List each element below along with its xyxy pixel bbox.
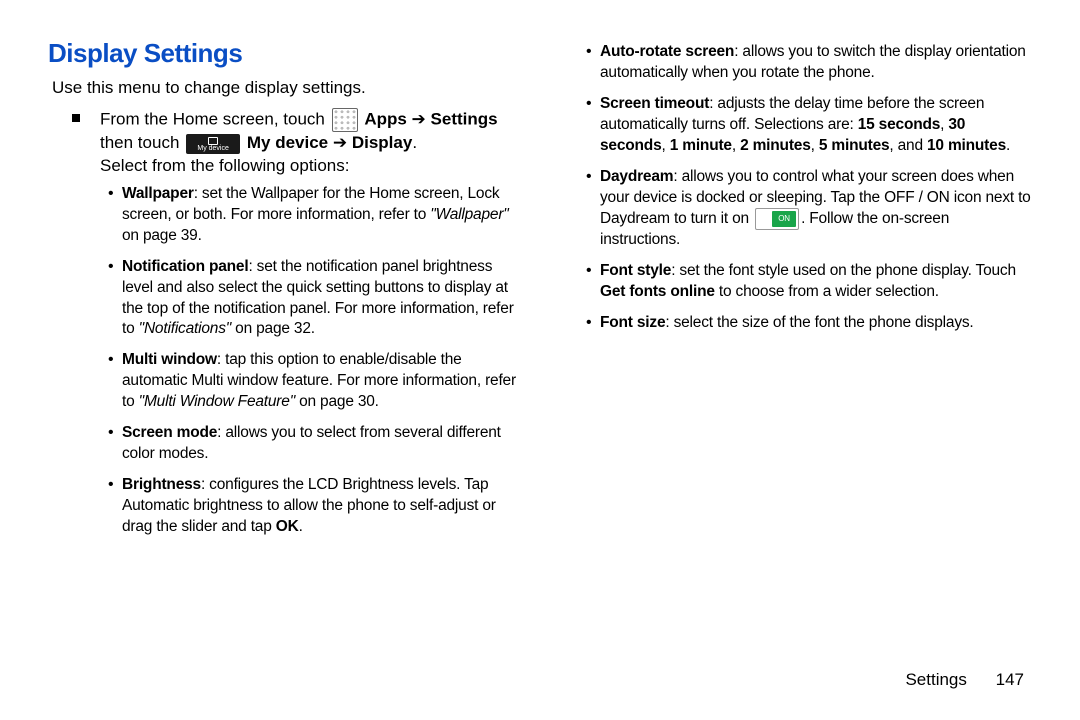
cross-reference: "Wallpaper": [430, 206, 508, 223]
list-item: Multi window: tap this option to enable/…: [108, 350, 518, 413]
nav-text-2: then touch: [100, 133, 184, 152]
option-term: Screen timeout: [600, 95, 709, 112]
page-footer: Settings 147: [905, 669, 1024, 692]
list-item: Wallpaper: set the Wallpaper for the Hom…: [108, 184, 518, 247]
right-options-list: Auto-rotate screen: allows you to switch…: [562, 42, 1032, 334]
apps-label: Apps: [364, 110, 407, 129]
page-number: 147: [996, 670, 1024, 689]
option-term: Auto-rotate screen: [600, 43, 734, 60]
list-item: Font style: set the font style used on t…: [586, 261, 1032, 303]
arrow-icon: ➔: [407, 110, 431, 129]
ok-label: OK: [276, 518, 299, 535]
option-term: Brightness: [122, 476, 201, 493]
intro-text: Use this menu to change display settings…: [52, 77, 518, 100]
footer-section: Settings: [905, 670, 966, 689]
manual-page: Display Settings Use this menu to change…: [0, 0, 1080, 720]
list-item: Daydream: allows you to control what you…: [586, 167, 1032, 252]
option-term: Screen mode: [122, 424, 217, 441]
cross-reference: "Notifications": [139, 320, 231, 337]
arrow-icon: ➔: [328, 133, 352, 152]
option-term: Daydream: [600, 168, 673, 185]
left-column: Display Settings Use this menu to change…: [48, 36, 540, 692]
list-item: Screen timeout: adjusts the delay time b…: [586, 94, 1032, 157]
option-term: Font style: [600, 262, 671, 279]
list-item: Screen mode: allows you to select from s…: [108, 423, 518, 465]
option-term: Notification panel: [122, 258, 248, 275]
nav-text-3: Select from the following options:: [100, 156, 349, 175]
settings-label: Settings: [431, 110, 498, 129]
list-item: Brightness: configures the LCD Brightnes…: [108, 475, 518, 538]
list-item: Notification panel: set the notification…: [108, 257, 518, 341]
option-term: Multi window: [122, 351, 217, 368]
option-term: Wallpaper: [122, 185, 194, 202]
cross-reference: "Multi Window Feature": [139, 393, 295, 410]
option-term: Font size: [600, 314, 665, 331]
list-item: Font size: select the size of the font t…: [586, 313, 1032, 334]
display-label: Display: [352, 133, 412, 152]
square-bullet-icon: [72, 114, 80, 122]
my-device-tab-icon: My device: [186, 134, 240, 154]
apps-grid-icon: [332, 108, 358, 132]
on-off-toggle-icon: [755, 208, 799, 230]
nav-text: From the Home screen, touch: [100, 110, 330, 129]
get-fonts-label: Get fonts online: [600, 283, 715, 300]
page-title: Display Settings: [48, 36, 518, 71]
left-options-list: Wallpaper: set the Wallpaper for the Hom…: [48, 184, 518, 538]
navigation-instructions: From the Home screen, touch Apps ➔ Setti…: [52, 108, 518, 178]
right-column: Auto-rotate screen: allows you to switch…: [540, 36, 1032, 692]
list-item: Auto-rotate screen: allows you to switch…: [586, 42, 1032, 84]
my-device-label: My device: [247, 133, 328, 152]
